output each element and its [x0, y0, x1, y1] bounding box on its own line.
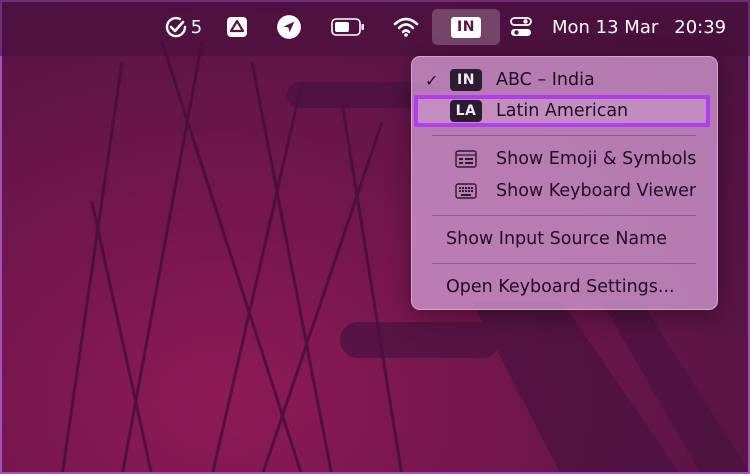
clock-date: Mon 13 Mar: [552, 16, 659, 38]
source-badge: LA: [450, 100, 482, 122]
menu-divider: [432, 215, 696, 216]
menu-item-label: Show Keyboard Viewer: [496, 181, 697, 201]
menu-item-label: Show Emoji & Symbols: [496, 149, 697, 169]
battery-status-item[interactable]: [328, 9, 368, 45]
wifi-icon: [393, 17, 419, 37]
emoji-symbols-icon: [455, 150, 477, 168]
task-check-icon: [165, 16, 186, 38]
menu-item-label: Show Input Source Name: [446, 229, 667, 249]
input-source-dropdown-menu: ✓ IN ABC – India LA Latin American Show …: [411, 56, 718, 310]
clock-time: 20:39: [674, 16, 727, 38]
menu-divider: [432, 263, 696, 264]
keyboard-icon: [455, 183, 477, 199]
tasks-count: 5: [190, 16, 203, 38]
menu-item-label: Latin American: [496, 101, 629, 121]
clock[interactable]: Mon 13 Mar 20:39: [552, 9, 742, 45]
menu-item-show-emoji[interactable]: Show Emoji & Symbols: [412, 143, 717, 175]
location-arrow-icon: [277, 15, 301, 39]
source-badge: IN: [450, 69, 482, 91]
control-center-icon: [510, 17, 532, 36]
control-center-item[interactable]: [504, 9, 538, 45]
menu-item-open-keyboard-settings[interactable]: Open Keyboard Settings...: [412, 271, 717, 303]
drive-icon: [227, 17, 247, 37]
tasks-status-item[interactable]: 5: [160, 9, 206, 45]
menu-divider: [432, 135, 696, 136]
battery-icon: [331, 18, 364, 36]
location-status-item[interactable]: [274, 9, 304, 45]
menu-bar: 5 IN Mon 13 Mar 20:39: [0, 0, 750, 56]
wifi-status-item[interactable]: [390, 9, 422, 45]
menu-item-show-input-source-name[interactable]: Show Input Source Name: [412, 223, 717, 255]
menu-item-label: ABC – India: [496, 70, 595, 90]
input-source-badge: IN: [451, 16, 481, 38]
checkmark-icon: ✓: [425, 70, 439, 90]
menu-item-show-keyboard-viewer[interactable]: Show Keyboard Viewer: [412, 175, 717, 207]
menu-item-label: Open Keyboard Settings...: [446, 277, 675, 297]
drive-status-item[interactable]: [222, 9, 252, 45]
input-source-menu-button[interactable]: IN: [432, 9, 500, 45]
menu-item-latin-american[interactable]: LA Latin American: [412, 95, 717, 127]
menu-item-abc-india[interactable]: ✓ IN ABC – India: [412, 64, 717, 96]
